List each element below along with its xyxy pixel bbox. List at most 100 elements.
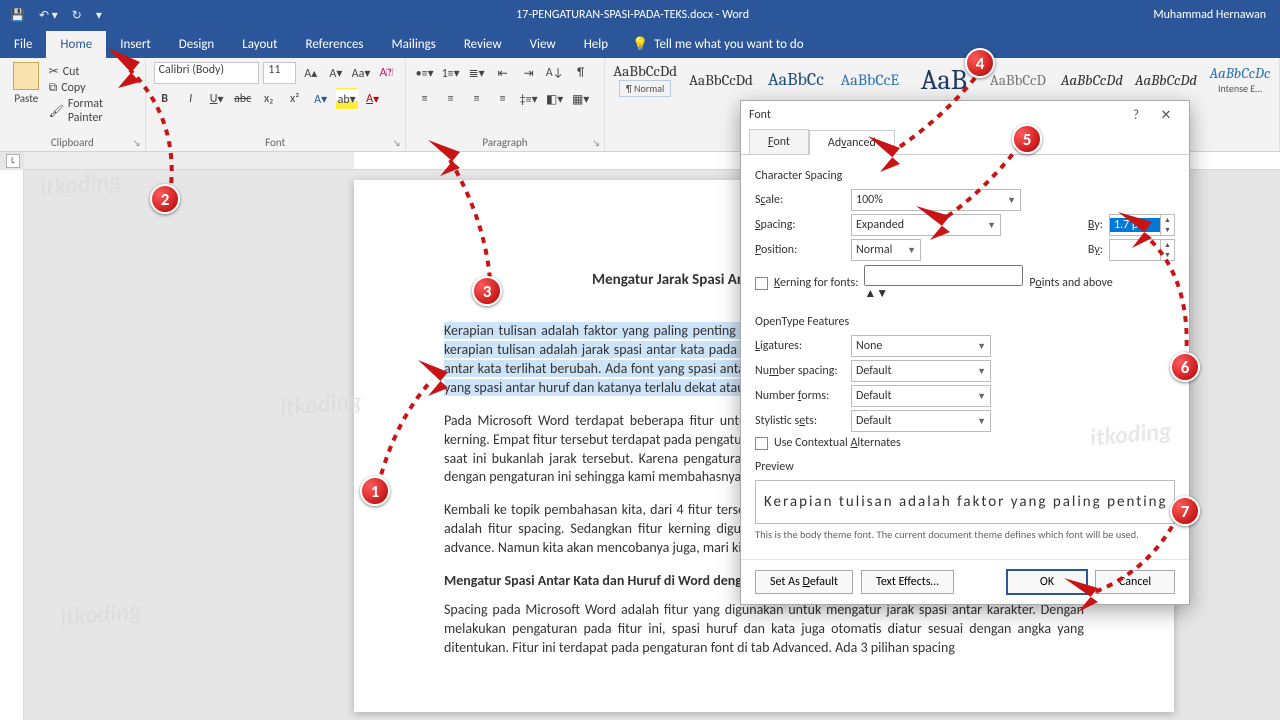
kerning-size-spinner[interactable]: ▲▼ <box>864 265 1023 301</box>
preview-box: Kerapian tulisan adalah faktor yang pali… <box>755 480 1175 524</box>
borders-button[interactable]: ▦▾ <box>570 88 592 110</box>
text-effects-button[interactable]: Text Effects… <box>861 570 954 594</box>
font-color-button[interactable]: A▾ <box>362 88 384 110</box>
shrink-font-button[interactable]: A▾ <box>325 62 346 84</box>
grow-font-button[interactable]: A▴ <box>300 62 321 84</box>
align-left-button[interactable]: ≡ <box>414 88 436 110</box>
style-heading2[interactable]: AaBbCcE <box>839 71 901 89</box>
align-right-button[interactable]: ≡ <box>466 88 488 110</box>
number-forms-combo[interactable]: Default▼ <box>851 385 991 407</box>
bullets-button[interactable]: •≡▾ <box>414 62 436 84</box>
clear-formatting-button[interactable]: A⃠ <box>376 62 397 84</box>
stylistic-sets-label: Stylistic sets: <box>755 414 845 428</box>
vertical-ruler[interactable] <box>0 170 24 720</box>
copy-button[interactable]: ⧉Copy <box>49 81 133 95</box>
increase-indent-button[interactable]: ⇥ <box>518 62 540 84</box>
font-launcher-icon[interactable]: ↘ <box>393 138 401 149</box>
section-opentype: OpenType Features <box>755 315 1175 329</box>
tab-selector[interactable]: L <box>6 154 20 168</box>
stylistic-sets-combo[interactable]: Default▼ <box>851 410 991 432</box>
title-bar: 💾 ↶ ▾ ↻ ▾ 17-PENGATURAN-SPASI-PADA-TEKS.… <box>0 0 1280 30</box>
justify-button[interactable]: ≡ <box>492 88 514 110</box>
line-spacing-button[interactable]: ‡≡▾ <box>518 88 540 110</box>
qat-dropdown-icon[interactable]: ▾ <box>96 8 102 23</box>
italic-button[interactable]: I <box>180 88 202 110</box>
dialog-tab-font[interactable]: Font <box>749 129 809 154</box>
tab-mailings[interactable]: Mailings <box>378 31 450 58</box>
bold-button[interactable]: B <box>154 88 176 110</box>
text-effects-button[interactable]: A▾ <box>310 88 332 110</box>
kerning-checkbox[interactable] <box>755 277 768 290</box>
redo-icon[interactable]: ↻ <box>72 8 82 23</box>
tab-references[interactable]: References <box>292 31 378 58</box>
paragraph-launcher-icon[interactable]: ↘ <box>592 138 600 149</box>
ligatures-combo[interactable]: None▼ <box>851 335 991 357</box>
change-case-button[interactable]: Aa▾ <box>350 62 371 84</box>
number-spacing-label: Number spacing: <box>755 364 845 378</box>
strikethrough-button[interactable]: abc <box>232 88 254 110</box>
font-dialog: Font ? ✕ Font Advanced Character Spacing… <box>740 100 1190 605</box>
preview-label: Preview <box>755 460 1175 474</box>
set-as-default-button[interactable]: Set As Default <box>755 570 853 594</box>
contextual-alt-checkbox[interactable] <box>755 437 768 450</box>
undo-icon[interactable]: ↶ ▾ <box>39 8 58 23</box>
copy-label: Copy <box>61 81 85 95</box>
font-size-combo[interactable]: 11 <box>263 62 296 84</box>
style-subtitle[interactable]: AaBbCcD <box>987 71 1049 89</box>
style-intense[interactable]: AaBbCcDcIntense E… <box>1209 64 1271 95</box>
style-normal[interactable]: AaBbCcDd¶ Normal <box>613 62 677 97</box>
position-combo[interactable]: Normal▼ <box>851 239 921 261</box>
user-name: Muhammad Hernawan <box>1153 8 1280 22</box>
contextual-alt-label: Use Contextual Alternates <box>774 436 901 450</box>
document-title: 17-PENGATURAN-SPASI-PADA-TEKS.docx - Wor… <box>112 8 1154 22</box>
style-emphasis[interactable]: AaBbCcDd <box>1135 71 1197 89</box>
ribbon-tabs: File Home Insert Design Layout Reference… <box>0 30 1280 58</box>
tab-home[interactable]: Home <box>46 31 106 58</box>
tell-me[interactable]: 💡 Tell me what you want to do <box>622 31 814 58</box>
font-name-combo[interactable]: Calibri (Body) <box>154 62 260 84</box>
tab-help[interactable]: Help <box>570 31 622 58</box>
dialog-tab-advanced[interactable]: Advanced <box>809 130 895 155</box>
show-marks-button[interactable]: ¶ <box>570 62 592 84</box>
spacing-combo[interactable]: Expanded▼ <box>851 214 1001 236</box>
style-subtle[interactable]: AaBbCcDd <box>1061 71 1123 89</box>
number-spacing-combo[interactable]: Default▼ <box>851 360 991 382</box>
cancel-button[interactable]: Cancel <box>1095 570 1175 594</box>
paste-button[interactable]: Paste <box>8 62 45 127</box>
align-center-button[interactable]: ≡ <box>440 88 462 110</box>
position-by-spinner[interactable]: ▲▼ <box>1109 239 1175 261</box>
annotation-3: 3 <box>472 276 502 306</box>
doc-paragraph-4: Spacing pada Microsoft Word adalah fitur… <box>444 601 1084 658</box>
tab-design[interactable]: Design <box>165 31 228 58</box>
subscript-button[interactable]: x₂ <box>258 88 280 110</box>
tab-view[interactable]: View <box>516 31 570 58</box>
shading-button[interactable]: ◧▾ <box>544 88 566 110</box>
help-button[interactable]: ? <box>1121 108 1151 123</box>
cut-label: Cut <box>63 65 80 79</box>
highlight-button[interactable]: ab▾ <box>336 88 358 110</box>
tab-layout[interactable]: Layout <box>228 31 291 58</box>
format-painter-button[interactable]: 🖌Format Painter <box>49 97 133 125</box>
tab-insert[interactable]: Insert <box>106 31 165 58</box>
cut-button[interactable]: ✂Cut <box>49 64 133 79</box>
multilevel-button[interactable]: ≣▾ <box>466 62 488 84</box>
spacing-by-spinner[interactable]: ▲▼ <box>1109 214 1175 236</box>
superscript-button[interactable]: x² <box>284 88 306 110</box>
paste-label: Paste <box>14 92 38 105</box>
decrease-indent-button[interactable]: ⇤ <box>492 62 514 84</box>
style-nospacing[interactable]: AaBbCcDd <box>689 71 753 89</box>
numbering-button[interactable]: 1≡▾ <box>440 62 462 84</box>
lightbulb-icon: 💡 <box>632 37 648 52</box>
sort-button[interactable]: A↓ <box>544 62 566 84</box>
font-group-label: Font <box>265 136 285 149</box>
save-icon[interactable]: 💾 <box>10 8 25 23</box>
tab-review[interactable]: Review <box>450 31 516 58</box>
underline-button[interactable]: U▾ <box>206 88 228 110</box>
scale-combo[interactable]: 100%▼ <box>851 189 1021 211</box>
close-button[interactable]: ✕ <box>1151 108 1181 123</box>
ligatures-label: Ligatures: <box>755 339 845 353</box>
tab-file[interactable]: File <box>0 31 46 58</box>
ok-button[interactable]: OK <box>1007 570 1087 594</box>
style-heading1[interactable]: AaBbCc <box>765 69 827 90</box>
clipboard-launcher-icon[interactable]: ↘ <box>133 138 141 149</box>
